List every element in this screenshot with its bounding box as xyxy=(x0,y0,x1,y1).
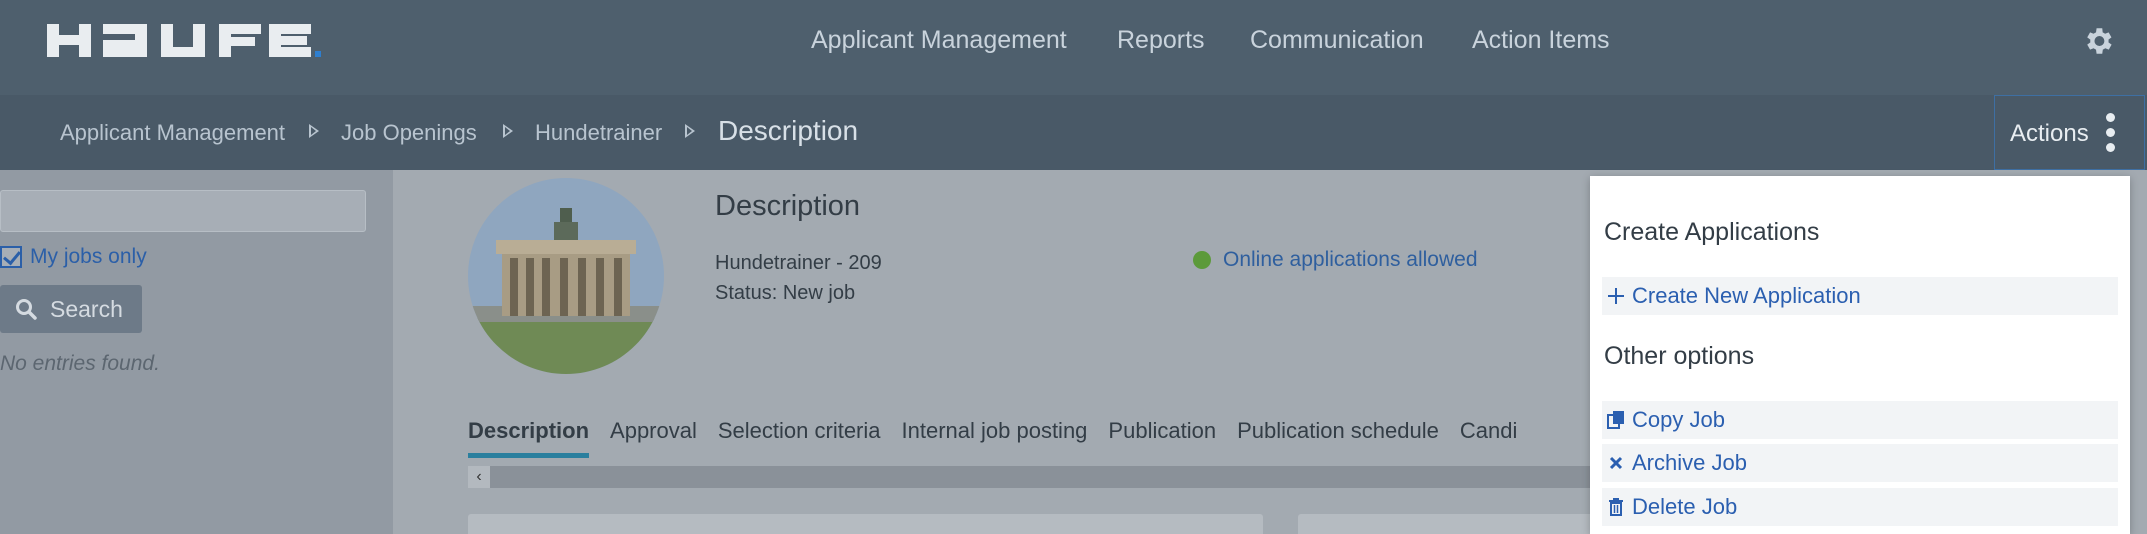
archive-job-label: Archive Job xyxy=(1632,450,1747,475)
status-dot-icon xyxy=(1193,251,1211,269)
copy-job-item[interactable]: Copy Job xyxy=(1602,401,2118,439)
online-applications-status: Online applications allowed xyxy=(1193,248,1478,272)
tab-description[interactable]: Description xyxy=(468,418,590,458)
kebab-menu-icon xyxy=(2106,113,2116,153)
search-input[interactable] xyxy=(0,190,366,232)
nav-applicant-management[interactable]: Applicant Management xyxy=(811,26,1067,55)
tab-approval[interactable]: Approval xyxy=(610,418,697,458)
section-other-options: Other options xyxy=(1604,342,1755,370)
nav-reports[interactable]: Reports xyxy=(1117,26,1205,55)
trash-icon xyxy=(1604,495,1628,519)
breadcrumb-hundetrainer[interactable]: Hundetrainer xyxy=(535,120,662,146)
delete-job-label: Delete Job xyxy=(1632,494,1738,519)
my-jobs-only-label[interactable]: My jobs only xyxy=(30,245,147,269)
copy-job-label: Copy Job xyxy=(1632,407,1725,432)
tab-publication-schedule[interactable]: Publication schedule xyxy=(1237,418,1439,458)
tab-selection-criteria[interactable]: Selection criteria xyxy=(718,418,881,458)
tab-internal-job-posting[interactable]: Internal job posting xyxy=(902,418,1088,458)
job-meta: Hundetrainer - 209 Status: New job xyxy=(715,248,882,308)
breadcrumb-separator-icon xyxy=(503,124,513,138)
breadcrumb: Applicant Management Job Openings Hundet… xyxy=(0,95,2147,170)
content-card xyxy=(468,514,1263,534)
job-tabs: Description Approval Selection criteria Int… xyxy=(468,418,1538,458)
content-card xyxy=(1298,514,1598,534)
job-name-line: Hundetrainer - 209 xyxy=(715,252,882,274)
checkbox-checked-icon[interactable] xyxy=(0,246,22,268)
breadcrumb-applicant-management[interactable]: Applicant Management xyxy=(60,120,285,146)
actions-dropdown-menu: Create Applications Create New Applicati… xyxy=(1590,176,2130,534)
delete-job-item[interactable]: Delete Job xyxy=(1602,488,2118,526)
search-button[interactable]: Search xyxy=(0,285,142,333)
scroll-left-icon[interactable]: ‹ xyxy=(468,466,490,488)
create-new-application-item[interactable]: Create New Application xyxy=(1602,277,2118,315)
job-status-line: Status: New job xyxy=(715,282,856,304)
archive-job-item[interactable]: Archive Job xyxy=(1602,444,2118,482)
close-x-icon xyxy=(1604,451,1628,475)
section-create-applications: Create Applications xyxy=(1604,218,1820,246)
nav-action-items[interactable]: Action Items xyxy=(1472,26,1610,55)
nav-communication[interactable]: Communication xyxy=(1250,26,1424,55)
create-new-application-label: Create New Application xyxy=(1632,283,1861,308)
breadcrumb-separator-icon xyxy=(685,124,695,138)
job-title: Description xyxy=(715,190,861,222)
actions-button[interactable]: Actions xyxy=(1994,95,2145,170)
search-icon xyxy=(16,299,37,320)
tab-publication[interactable]: Publication xyxy=(1108,418,1216,458)
copy-icon xyxy=(1604,408,1628,432)
job-list-sidebar: My jobs only Search No entries found. xyxy=(0,170,393,534)
plus-icon xyxy=(1604,284,1628,308)
breadcrumb-job-openings[interactable]: Job Openings xyxy=(341,120,477,146)
my-jobs-only-checkbox[interactable]: My jobs only xyxy=(0,245,147,269)
top-navigation-bar: Applicant Management Reports Communicati… xyxy=(0,0,2147,95)
breadcrumb-separator-icon xyxy=(309,124,319,138)
online-applications-label: Online applications allowed xyxy=(1223,248,1478,271)
gear-icon[interactable] xyxy=(2081,24,2115,58)
search-button-label: Search xyxy=(50,295,123,322)
haufe-logo[interactable] xyxy=(47,18,322,64)
actions-label: Actions xyxy=(2010,120,2089,147)
breadcrumb-current: Description xyxy=(718,115,859,146)
tab-candidates[interactable]: Candi xyxy=(1460,418,1517,458)
job-image-avatar xyxy=(468,178,664,374)
no-entries-text: No entries found. xyxy=(0,352,160,375)
tabs-scrollbar[interactable]: ‹ xyxy=(468,466,1668,488)
